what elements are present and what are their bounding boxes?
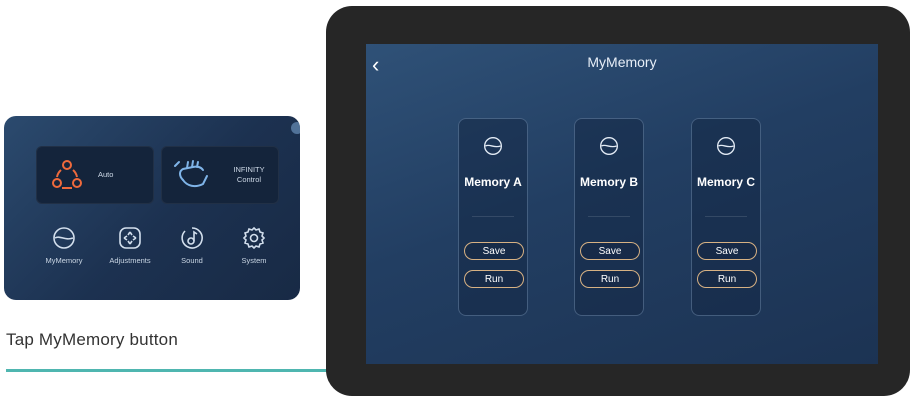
- memory-wave-icon: [600, 137, 618, 155]
- save-button[interactable]: Save: [580, 242, 640, 260]
- gear-icon: [242, 226, 266, 250]
- auto-label: Auto: [98, 170, 114, 179]
- mymemory-label: MyMemory: [45, 256, 83, 265]
- run-button[interactable]: Run: [464, 270, 524, 288]
- memory-wave-icon: [53, 227, 75, 249]
- sound-label: Sound: [181, 256, 203, 265]
- run-button[interactable]: Run: [580, 270, 640, 288]
- memory-card-a: Memory A Save Run: [458, 118, 528, 316]
- save-button[interactable]: Save: [464, 242, 524, 260]
- adjustments-label: Adjustments: [109, 256, 151, 265]
- recline-cycle-icon: [52, 160, 82, 189]
- sound-icon: [181, 227, 203, 249]
- adjustments-button[interactable]: Adjustments: [100, 226, 160, 265]
- auto-card[interactable]: Auto: [36, 146, 154, 204]
- tablet-frame: ‹ MyMemory Memory A Save Run Memory B Sa…: [326, 6, 910, 396]
- memory-card-b: Memory B Save Run: [574, 118, 644, 316]
- memory-wave-icon: [484, 137, 502, 155]
- pointer-arrow-line: [6, 369, 342, 372]
- infinity-control-label: INFINITY Control: [233, 165, 265, 184]
- infinity-control-card[interactable]: INFINITY Control: [161, 146, 279, 204]
- memory-name: Memory C: [696, 175, 755, 189]
- save-button[interactable]: Save: [697, 242, 757, 260]
- memory-name: Memory B: [579, 175, 638, 189]
- screen-title: MyMemory: [587, 54, 657, 70]
- memory-card-c: Memory C Save Run: [691, 118, 761, 316]
- hand-gesture-icon: [174, 160, 208, 188]
- sound-button[interactable]: Sound: [162, 226, 222, 265]
- home-panel-preview: Auto INFINITY Control MyMemory Adjustmen…: [4, 116, 300, 300]
- run-button[interactable]: Run: [697, 270, 757, 288]
- adjustments-icon: [119, 227, 141, 249]
- mymemory-screen: ‹ MyMemory Memory A Save Run Memory B Sa…: [366, 44, 878, 364]
- mymemory-button[interactable]: MyMemory: [34, 226, 94, 265]
- system-button[interactable]: System: [224, 226, 284, 265]
- memory-wave-icon: [717, 137, 735, 155]
- divider: [705, 216, 747, 217]
- divider: [472, 216, 514, 217]
- panel-corner-dot: [291, 122, 300, 134]
- divider: [588, 216, 630, 217]
- memory-name: Memory A: [464, 175, 522, 189]
- instruction-caption: Tap MyMemory button: [6, 330, 178, 349]
- system-label: System: [241, 256, 267, 265]
